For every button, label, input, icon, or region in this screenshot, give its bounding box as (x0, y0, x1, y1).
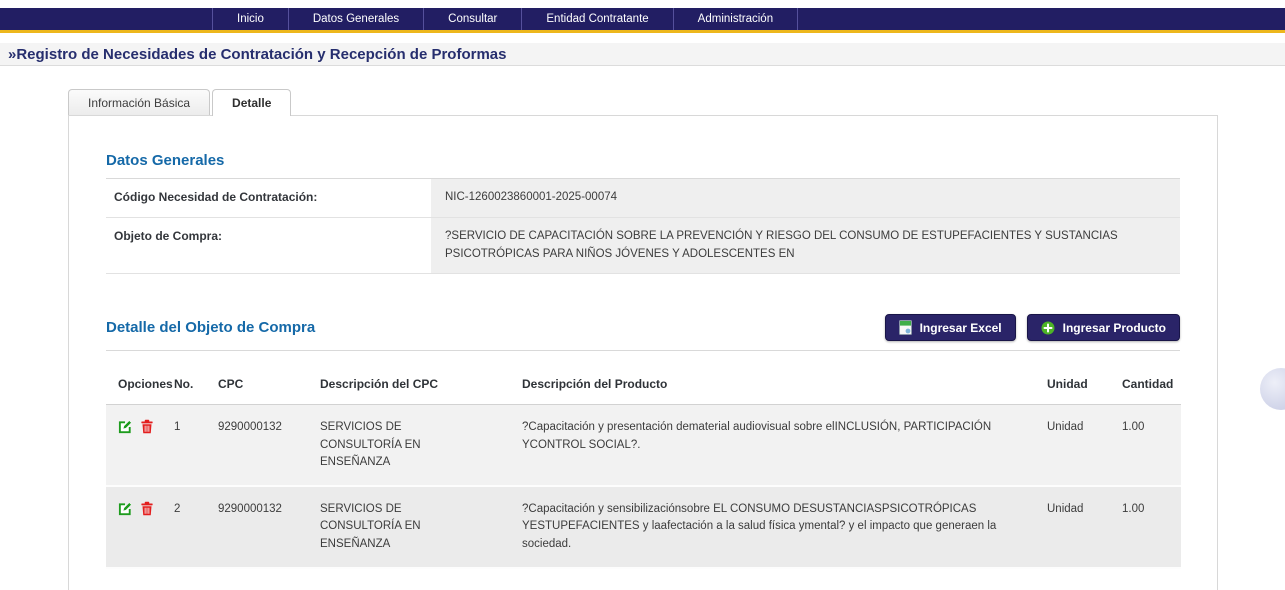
row-options-cell (106, 405, 166, 486)
row-cpc: 9290000132 (210, 486, 312, 568)
col-header-cpc: CPC (210, 364, 312, 405)
delete-icon[interactable] (140, 501, 154, 516)
detalle-header: Detalle del Objeto de Compra Ingresar Ex… (106, 314, 1180, 341)
panel-content: Datos Generales Código Necesidad de Cont… (69, 116, 1217, 590)
floating-widget[interactable] (1260, 368, 1285, 410)
field-row-codigo: Código Necesidad de Contratación: NIC-12… (106, 179, 1180, 218)
divider (106, 350, 1180, 351)
detalle-buttons: Ingresar Excel Ingresar Producto (885, 314, 1180, 341)
nav-item-administracion[interactable]: Administración (673, 8, 798, 30)
row-cpc: 9290000132 (210, 405, 312, 486)
tab-detalle[interactable]: Detalle (212, 89, 291, 116)
edit-icon[interactable] (118, 501, 133, 516)
objeto-compra-label: Objeto de Compra: (106, 218, 431, 274)
main-nav: Inicio Datos Generales Consultar Entidad… (212, 8, 798, 30)
tab-informacion-basica[interactable]: Información Básica (68, 89, 210, 115)
row-cpc-desc-text: SERVICIOS DE CONSULTORÍA EN ENSEÑANZA (320, 419, 445, 471)
table-row: 1 9290000132 SERVICIOS DE CONSULTORÍA EN… (106, 405, 1181, 486)
row-no: 1 (166, 405, 210, 486)
col-header-descripcion-cpc: Descripción del CPC (312, 364, 514, 405)
excel-icon (899, 320, 912, 335)
detalle-table: Opciones No. CPC Descripción del CPC Des… (106, 364, 1181, 569)
row-producto-desc: ?Capacitación y sensibilizaciónsobre EL … (514, 486, 1039, 568)
col-header-descripcion-producto: Descripción del Producto (514, 364, 1039, 405)
ingresar-producto-label: Ingresar Producto (1063, 321, 1166, 335)
page: { "nav": { "items": [ { "label": "Inicio… (0, 0, 1285, 590)
col-header-opciones: Opciones (106, 364, 166, 405)
datos-generales-heading: Datos Generales (106, 116, 1180, 169)
nav-item-datos-generales[interactable]: Datos Generales (288, 8, 423, 30)
table-row: 2 9290000132 SERVICIOS DE CONSULTORÍA EN… (106, 486, 1181, 568)
field-row-objeto-compra: Objeto de Compra: ?SERVICIO DE CAPACITAC… (106, 218, 1180, 275)
detalle-objeto-compra-heading: Detalle del Objeto de Compra (106, 319, 315, 336)
col-header-cantidad: Cantidad (1114, 364, 1181, 405)
nav-item-inicio[interactable]: Inicio (212, 8, 288, 30)
gold-divider (0, 30, 1285, 33)
tab-bar: Información Básica Detalle (68, 89, 1285, 115)
top-nav-bar: Inicio Datos Generales Consultar Entidad… (0, 8, 1285, 30)
row-options-cell (106, 486, 166, 568)
page-title: »Registro de Necesidades de Contratación… (0, 43, 1285, 66)
codigo-necesidad-value: NIC-1260023860001-2025-00074 (431, 179, 1180, 217)
top-white-strip (0, 0, 1285, 8)
row-no: 2 (166, 486, 210, 568)
codigo-necesidad-label: Código Necesidad de Contratación: (106, 179, 431, 217)
table-header-row: Opciones No. CPC Descripción del CPC Des… (106, 364, 1181, 405)
nav-item-consultar[interactable]: Consultar (423, 8, 521, 30)
row-cpc-desc: SERVICIOS DE CONSULTORÍA EN ENSEÑANZA (312, 405, 514, 486)
tab-panel: Datos Generales Código Necesidad de Cont… (68, 115, 1218, 590)
row-cpc-desc-text: SERVICIOS DE CONSULTORÍA EN ENSEÑANZA (320, 501, 445, 553)
objeto-compra-value: ?SERVICIO DE CAPACITACIÓN SOBRE LA PREVE… (431, 218, 1180, 274)
nav-item-entidad-contratante[interactable]: Entidad Contratante (521, 8, 672, 30)
row-producto-desc: ?Capacitación y presentación dematerial … (514, 405, 1039, 486)
ingresar-excel-button[interactable]: Ingresar Excel (885, 314, 1016, 341)
row-unidad: Unidad (1039, 405, 1114, 486)
edit-icon[interactable] (118, 419, 133, 434)
row-cpc-desc: SERVICIOS DE CONSULTORÍA EN ENSEÑANZA (312, 486, 514, 568)
row-cantidad: 1.00 (1114, 486, 1181, 568)
ingresar-producto-button[interactable]: Ingresar Producto (1027, 314, 1180, 341)
ingresar-excel-label: Ingresar Excel (920, 321, 1002, 335)
row-cantidad: 1.00 (1114, 405, 1181, 486)
row-unidad: Unidad (1039, 486, 1114, 568)
delete-icon[interactable] (140, 419, 154, 434)
col-header-unidad: Unidad (1039, 364, 1114, 405)
plus-circle-icon (1041, 321, 1055, 335)
